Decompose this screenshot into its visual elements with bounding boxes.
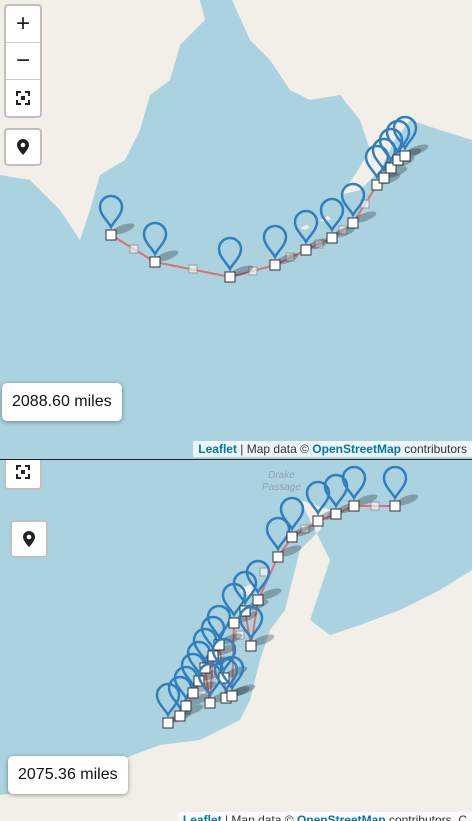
top-route-layer: [98, 115, 429, 283]
midpoint-handle: [259, 567, 269, 577]
marker-vertex[interactable]: [252, 594, 264, 606]
fullscreen-button[interactable]: [6, 460, 40, 488]
marker-vertex[interactable]: [286, 531, 298, 543]
osm-link[interactable]: OpenStreetMap: [297, 813, 386, 821]
osm-link[interactable]: OpenStreetMap: [312, 442, 401, 456]
marker-vertex[interactable]: [149, 256, 161, 268]
midpoint-handle: [188, 264, 198, 274]
marker-pin-icon[interactable]: [98, 194, 124, 230]
attribution-text: | Map data ©: [236, 442, 313, 456]
zoom-control: + −: [4, 4, 42, 118]
marker-vertex[interactable]: [245, 640, 257, 652]
place-label-line-2: Passage: [262, 482, 301, 493]
marker-vertex[interactable]: [389, 500, 401, 512]
zoom-out-button[interactable]: −: [6, 43, 40, 80]
map-attribution: Leaflet | Map data © OpenStreetMap contr…: [177, 812, 472, 821]
place-label-line-1: Drake: [268, 470, 295, 481]
marker-vertex[interactable]: [162, 717, 174, 729]
attribution-text: | Map data ©: [221, 813, 297, 821]
marker-vertex[interactable]: [347, 217, 359, 229]
leaflet-link[interactable]: Leaflet: [198, 442, 237, 456]
locate-button[interactable]: [10, 520, 48, 558]
fullscreen-icon: [16, 91, 30, 105]
midpoint-handle: [370, 501, 380, 511]
marker-vertex[interactable]: [174, 710, 186, 722]
distance-label: 2075.36 miles: [8, 756, 128, 794]
marker-vertex[interactable]: [180, 700, 192, 712]
marker-vertex[interactable]: [330, 508, 342, 520]
marker-pin-icon[interactable]: [262, 224, 288, 260]
locate-button[interactable]: [4, 128, 42, 166]
marker-pin-icon[interactable]: [279, 496, 305, 532]
marker-vertex[interactable]: [272, 551, 284, 563]
map-pin-icon: [17, 139, 29, 155]
marker-vertex[interactable]: [348, 500, 360, 512]
zoom-in-button[interactable]: +: [6, 6, 40, 43]
marker-vertex[interactable]: [300, 244, 312, 256]
distance-label: 2088.60 miles: [2, 383, 122, 421]
marker-vertex[interactable]: [226, 690, 238, 702]
midpoint-handle: [129, 244, 139, 254]
island: [300, 225, 310, 230]
marker-vertex[interactable]: [204, 697, 216, 709]
place-label: Drake Passage: [262, 470, 301, 494]
marker-vertex[interactable]: [224, 271, 236, 283]
marker-pin-icon[interactable]: [382, 465, 408, 501]
marker-vertex[interactable]: [399, 150, 411, 162]
marker-vertex[interactable]: [228, 617, 240, 629]
marker-pin-icon[interactable]: [142, 221, 168, 257]
bottom-map[interactable]: Drake Passage 2075.36 miles Leaflet | Map…: [0, 460, 472, 821]
leaflet-link[interactable]: Leaflet: [183, 813, 222, 821]
top-map[interactable]: + − 2088.60 miles Leaflet | Map data © O…: [0, 0, 472, 459]
marker-pin-icon[interactable]: [217, 236, 243, 272]
marker-vertex[interactable]: [105, 229, 117, 241]
marker-vertex[interactable]: [187, 687, 199, 699]
map-pin-icon: [23, 531, 35, 547]
fullscreen-button[interactable]: [6, 80, 40, 116]
attribution-suffix: contributors: [400, 442, 467, 456]
marker-vertex[interactable]: [378, 172, 390, 184]
fullscreen-icon: [16, 465, 30, 479]
marker-pin-icon[interactable]: [319, 197, 345, 233]
marker-vertex[interactable]: [312, 515, 324, 527]
map-attribution: Leaflet | Map data © OpenStreetMap contr…: [193, 441, 472, 457]
attribution-suffix: contributors, C: [385, 813, 467, 821]
marker-vertex[interactable]: [326, 232, 338, 244]
zoom-control: [4, 460, 42, 490]
land-alaska: [232, 0, 472, 195]
marker-vertex[interactable]: [269, 259, 281, 271]
